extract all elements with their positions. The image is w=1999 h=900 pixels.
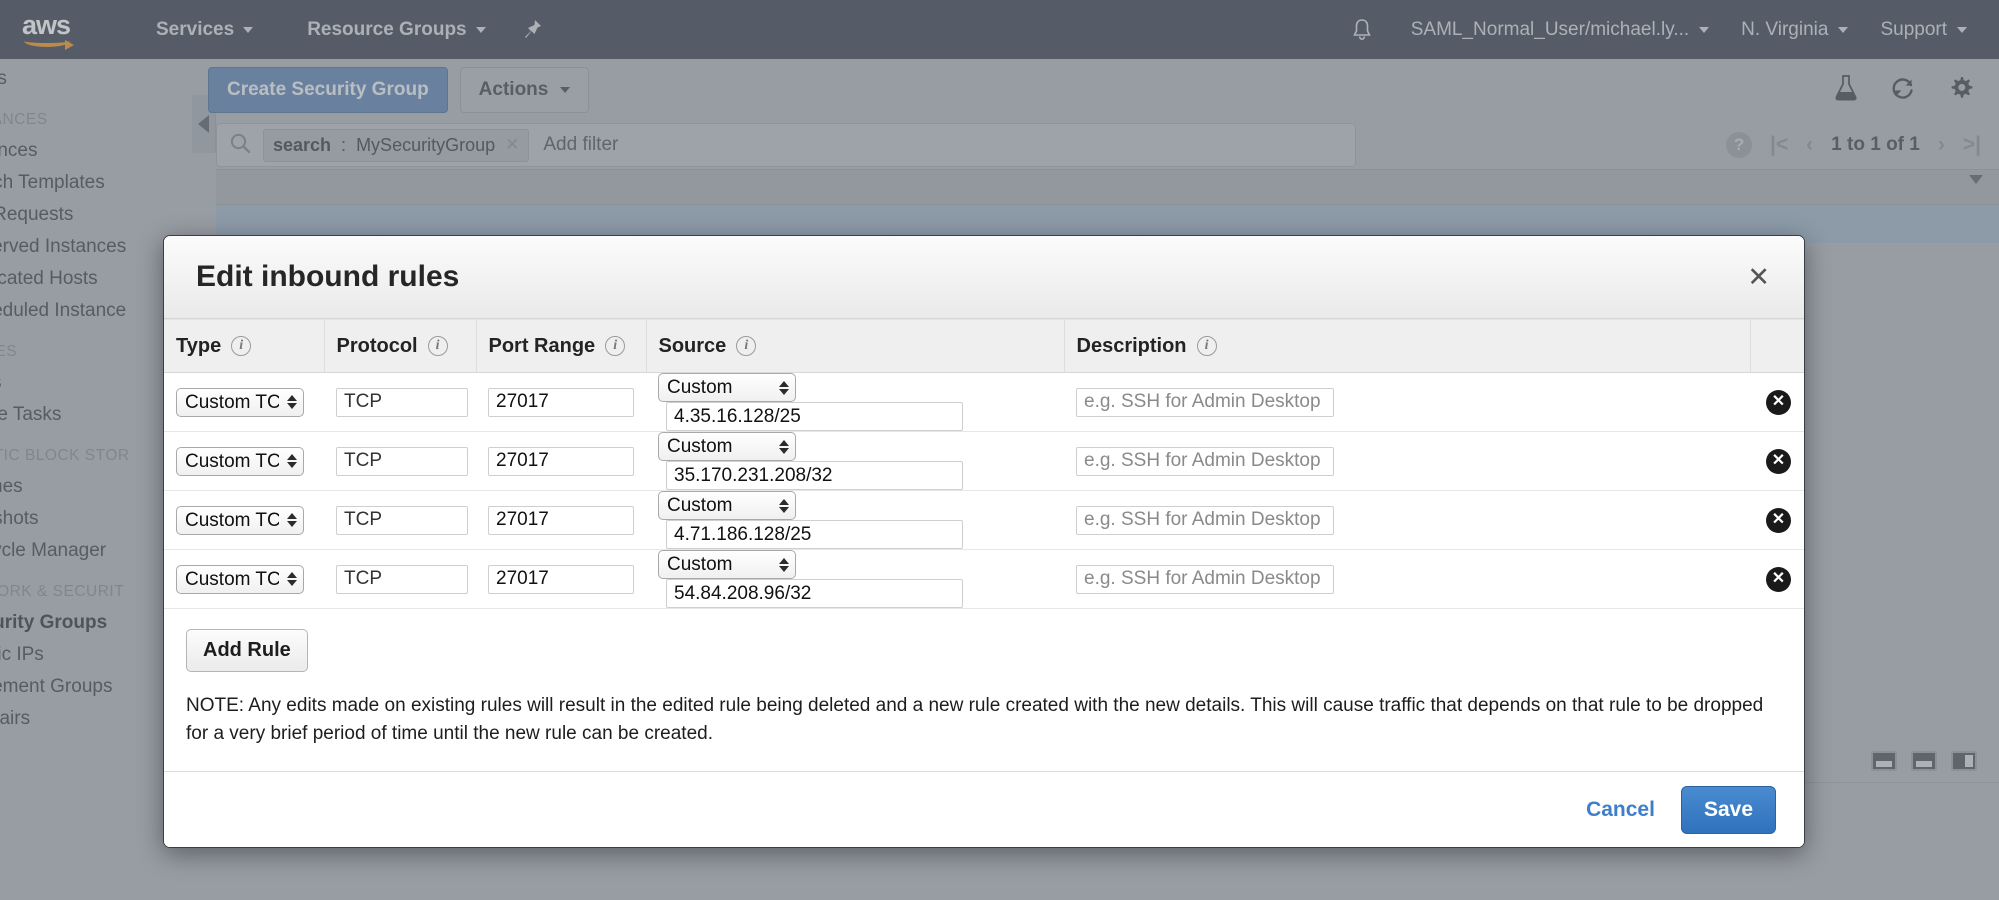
column-label-type: Type [176,335,221,358]
column-header-type: Type i [164,320,324,373]
delete-circle-icon[interactable]: ✕ [1766,508,1791,533]
rule-port-cell [476,373,646,432]
column-header-delete [1750,320,1804,373]
add-rule-button[interactable]: Add Rule [186,629,308,672]
rule-source-value-input[interactable] [666,461,963,490]
rule-type-select[interactable]: Custom TCP I [176,506,304,535]
rule-source-value-input[interactable] [666,402,963,431]
rule-protocol-input[interactable] [336,565,468,594]
rule-source-kind-select[interactable]: Custom [658,550,796,579]
inbound-rules-table: Type i Protocol i Port Range i [164,319,1804,609]
edit-inbound-rules-dialog: Edit inbound rules ✕ Type i Protocol i [163,235,1805,848]
rule-source-cell: Custom [646,491,1064,550]
info-icon[interactable]: i [605,336,625,356]
dialog-body: Type i Protocol i Port Range i [164,319,1804,771]
rule-protocol-input[interactable] [336,447,468,476]
rule-delete-cell: ✕ [1750,373,1804,432]
rule-row: Custom TCP I Custom [164,432,1804,491]
column-label-description: Description [1077,335,1187,358]
rule-protocol-cell [324,432,476,491]
rule-delete-cell: ✕ [1750,550,1804,609]
rule-type-cell: Custom TCP I [164,491,324,550]
rule-source-kind-select[interactable]: Custom [658,491,796,520]
rule-row: Custom TCP I Custom [164,550,1804,609]
rule-source-cell: Custom [646,373,1064,432]
rule-description-input[interactable] [1076,447,1334,476]
rule-description-cell [1064,432,1750,491]
dialog-header: Edit inbound rules ✕ [164,236,1804,319]
column-header-protocol: Protocol i [324,320,476,373]
rule-description-input[interactable] [1076,506,1334,535]
dialog-footer: Cancel Save [164,771,1804,847]
rule-port-input[interactable] [488,565,634,594]
rule-port-input[interactable] [488,506,634,535]
rule-source-kind-select[interactable]: Custom [658,373,796,402]
save-button[interactable]: Save [1681,786,1776,834]
rule-description-input[interactable] [1076,388,1334,417]
rule-protocol-cell [324,373,476,432]
rule-source-cell: Custom [646,432,1064,491]
info-icon[interactable]: i [736,336,756,356]
rule-source-kind-select[interactable]: Custom [658,432,796,461]
info-icon[interactable]: i [428,336,448,356]
rule-type-select[interactable]: Custom TCP I [176,388,304,417]
delete-circle-icon[interactable]: ✕ [1766,390,1791,415]
column-label-source: Source [659,335,727,358]
add-rule-container: Add Rule [164,609,1804,690]
column-label-port-range: Port Range [489,335,596,358]
rule-row: Custom TCP I Custom [164,491,1804,550]
rule-description-input[interactable] [1076,565,1334,594]
info-icon[interactable]: i [1197,336,1217,356]
column-label-protocol: Protocol [337,335,418,358]
rule-port-input[interactable] [488,447,634,476]
column-header-port-range: Port Range i [476,320,646,373]
rule-port-input[interactable] [488,388,634,417]
rule-delete-cell: ✕ [1750,491,1804,550]
rule-protocol-cell [324,491,476,550]
rule-row: Custom TCP I Custom [164,373,1804,432]
rule-port-cell [476,491,646,550]
rule-protocol-input[interactable] [336,506,468,535]
cancel-button[interactable]: Cancel [1586,798,1655,822]
rule-type-select[interactable]: Custom TCP I [176,447,304,476]
rule-source-cell: Custom [646,550,1064,609]
rule-description-cell [1064,373,1750,432]
column-header-description: Description i [1064,320,1750,373]
rule-port-cell [476,550,646,609]
table-header-row: Type i Protocol i Port Range i [164,320,1804,373]
rule-source-value-input[interactable] [666,520,963,549]
dialog-title: Edit inbound rules [196,260,459,294]
rule-protocol-input[interactable] [336,388,468,417]
rule-type-select[interactable]: Custom TCP I [176,565,304,594]
delete-circle-icon[interactable]: ✕ [1766,567,1791,592]
column-header-source: Source i [646,320,1064,373]
rule-description-cell [1064,491,1750,550]
rule-type-cell: Custom TCP I [164,373,324,432]
inbound-rules-rows: Custom TCP I Custom [164,373,1804,609]
rule-port-cell [476,432,646,491]
delete-circle-icon[interactable]: ✕ [1766,449,1791,474]
rule-protocol-cell [324,550,476,609]
info-icon[interactable]: i [231,336,251,356]
rule-description-cell [1064,550,1750,609]
rule-source-value-input[interactable] [666,579,963,608]
rule-delete-cell: ✕ [1750,432,1804,491]
rule-type-cell: Custom TCP I [164,550,324,609]
close-icon[interactable]: ✕ [1747,264,1770,291]
dialog-note: NOTE: Any edits made on existing rules w… [164,690,1804,747]
rule-type-cell: Custom TCP I [164,432,324,491]
